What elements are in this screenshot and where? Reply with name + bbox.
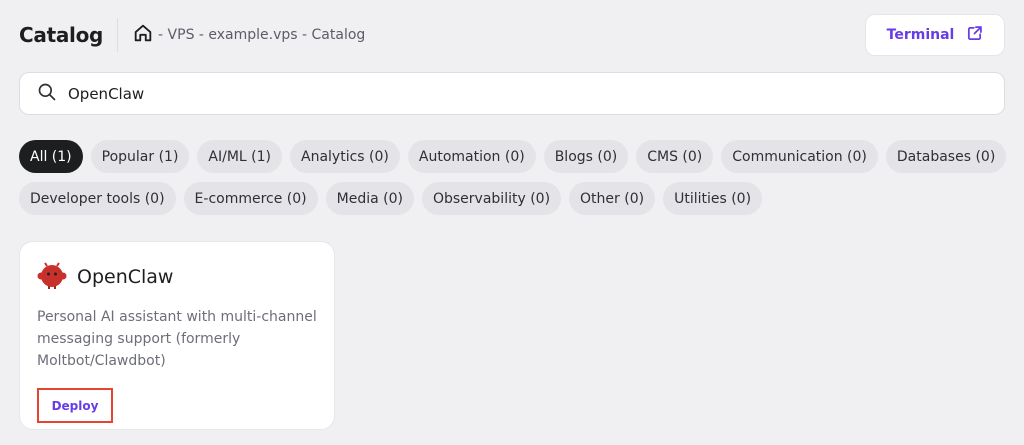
app-card-openclaw[interactable]: OpenClaw Personal AI assistant with mult… xyxy=(19,241,335,430)
page-title: Catalog xyxy=(19,23,103,47)
filter-chip[interactable]: Observability (0) xyxy=(422,182,561,215)
filter-chip[interactable]: Utilities (0) xyxy=(663,182,762,215)
filter-chip[interactable]: Other (0) xyxy=(569,182,655,215)
breadcrumb: - VPS - example.vps - Catalog xyxy=(132,22,365,48)
terminal-button[interactable]: Terminal xyxy=(865,14,1005,56)
filter-chip[interactable]: Analytics (0) xyxy=(290,140,400,173)
page-header: Catalog - VPS - example.vps - Catalog Te… xyxy=(19,14,1005,56)
filter-chip[interactable]: Communication (0) xyxy=(721,140,878,173)
terminal-label: Terminal xyxy=(887,27,955,43)
filter-chip[interactable]: Databases (0) xyxy=(886,140,1006,173)
breadcrumb-path: - VPS - example.vps - Catalog xyxy=(158,27,365,43)
filter-chip[interactable]: Blogs (0) xyxy=(544,140,629,173)
filter-chip[interactable]: CMS (0) xyxy=(636,140,713,173)
category-filters: All (1)Popular (1)AI/ML (1)Analytics (0)… xyxy=(19,140,1009,215)
deploy-button[interactable]: Deploy xyxy=(37,388,113,423)
search-bar xyxy=(19,72,1005,115)
app-title: OpenClaw xyxy=(77,266,173,288)
header-divider xyxy=(117,18,118,52)
search-input[interactable] xyxy=(68,85,968,103)
filter-chip[interactable]: E-commerce (0) xyxy=(184,182,318,215)
filter-chip[interactable]: Media (0) xyxy=(326,182,414,215)
filter-chip[interactable]: All (1) xyxy=(19,140,83,173)
app-description: Personal AI assistant with multi-channel… xyxy=(37,306,327,372)
filter-chip[interactable]: Popular (1) xyxy=(91,140,190,173)
home-icon[interactable] xyxy=(132,22,158,48)
filter-chip[interactable]: AI/ML (1) xyxy=(197,140,282,173)
filter-chip[interactable]: Automation (0) xyxy=(408,140,536,173)
external-link-icon xyxy=(966,25,983,46)
openclaw-logo-icon xyxy=(37,260,67,294)
search-icon xyxy=(37,82,57,106)
filter-chip[interactable]: Developer tools (0) xyxy=(19,182,176,215)
